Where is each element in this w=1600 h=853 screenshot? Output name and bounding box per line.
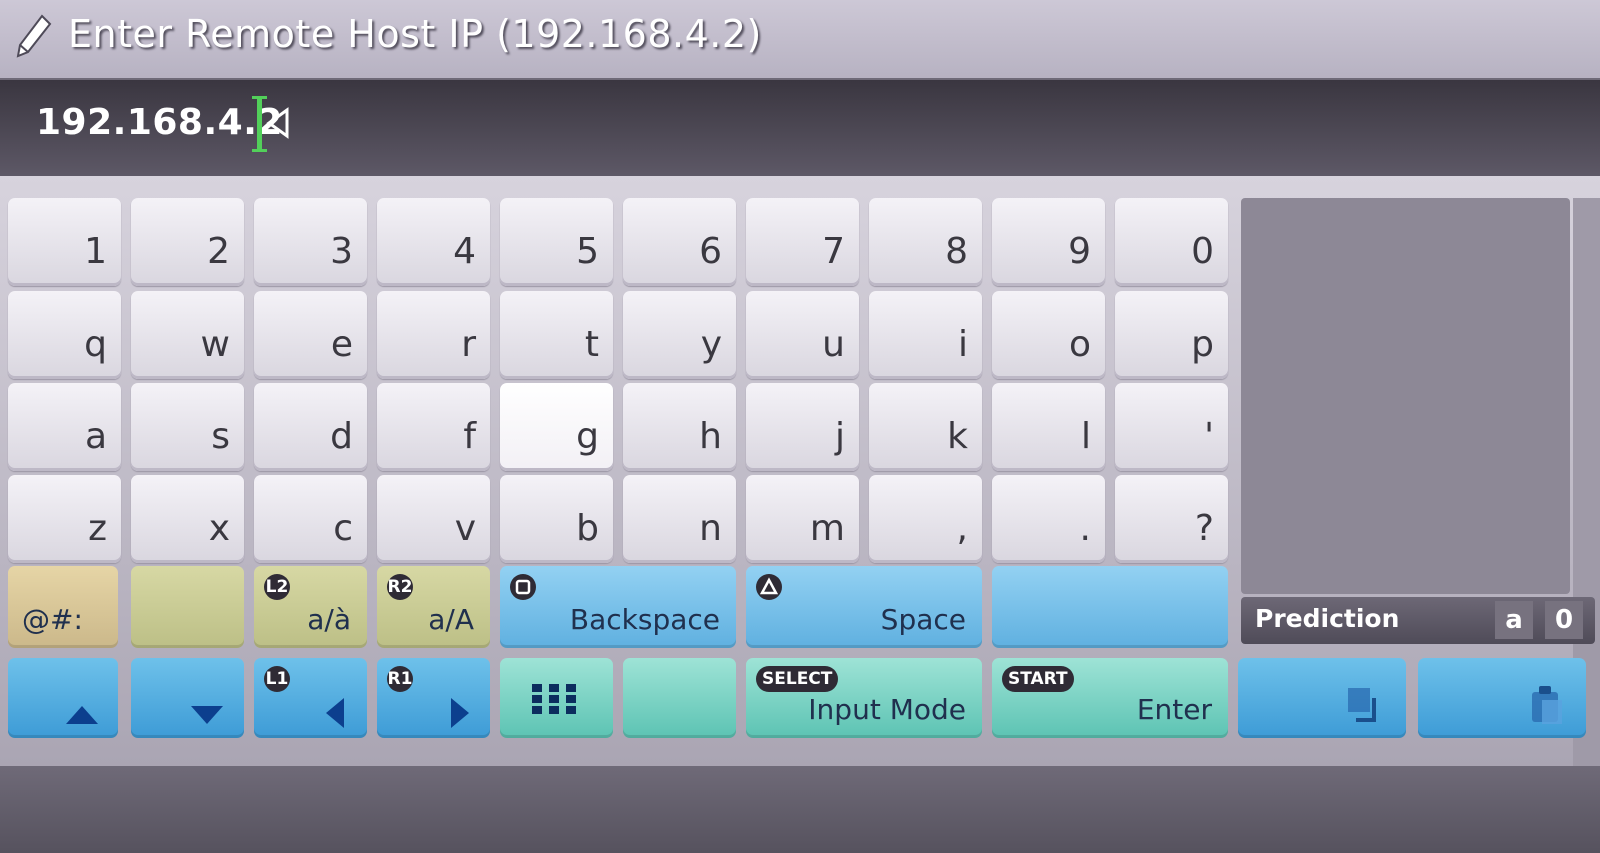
key-3-2[interactable]: s [131,383,244,471]
blank-wide-key[interactable] [992,566,1228,648]
symbols-key[interactable]: @#: [8,566,118,648]
cursor-right-button[interactable]: R1 [377,658,490,738]
key-2-10[interactable]: p [1115,291,1228,379]
caret-left-arrow-icon [266,107,289,139]
key-4-5[interactable]: b [500,475,613,563]
key-2-4[interactable]: r [377,291,490,379]
key-3-9[interactable]: l [992,383,1105,471]
copy-icon [1348,688,1376,722]
key-1-9[interactable]: 9 [992,198,1105,286]
accent-toggle-label: a/à [307,603,351,636]
key-1-6[interactable]: 6 [623,198,736,286]
key-4-2[interactable]: x [131,475,244,563]
key-2-8[interactable]: i [869,291,982,379]
key-3-10[interactable]: ' [1115,383,1228,471]
up-arrow-icon [66,706,98,724]
keypad-toggle-button[interactable] [500,658,613,738]
key-1-3[interactable]: 3 [254,198,367,286]
key-4-9[interactable]: . [992,475,1105,563]
key-1-5[interactable]: 5 [500,198,613,286]
key-2-7[interactable]: u [746,291,859,379]
prediction-label: Prediction [1255,604,1400,633]
cursor-left-button[interactable]: L1 [254,658,367,738]
text-input-field[interactable]: 192.168.4.2 [0,80,1600,176]
enter-label: Enter [1136,693,1212,726]
input-value: 192.168.4.2 [36,102,283,143]
input-mode-button[interactable]: SELECT Input Mode [746,658,982,738]
pencil-icon [16,14,52,58]
square-button-icon [510,574,536,600]
r1-badge: R1 [387,666,413,692]
copy-button[interactable] [1238,658,1406,738]
triangle-button-icon [756,574,782,600]
key-2-1[interactable]: q [8,291,121,379]
case-toggle-label: a/A [428,603,474,636]
key-1-1[interactable]: 1 [8,198,121,286]
key-2-6[interactable]: y [623,291,736,379]
key-3-6[interactable]: h [623,383,736,471]
cursor-up-button[interactable] [8,658,118,738]
key-3-1[interactable]: a [8,383,121,471]
key-3-4[interactable]: f [377,383,490,471]
key-3-5[interactable]: g [500,383,613,471]
l1-badge: L1 [264,666,290,692]
r2-badge: R2 [387,574,413,600]
dialog-title: Enter Remote Host IP (192.168.4.2) [68,12,762,56]
key-1-7[interactable]: 7 [746,198,859,286]
left-arrow-icon [326,698,344,728]
key-1-10[interactable]: 0 [1115,198,1228,286]
paste-button[interactable] [1418,658,1586,738]
key-3-8[interactable]: k [869,383,982,471]
symbols-key-label: @#: [22,603,83,636]
input-mode-label: Input Mode [808,693,966,726]
key-2-5[interactable]: t [500,291,613,379]
backspace-label: Backspace [569,603,720,636]
cursor-down-button[interactable] [131,658,244,738]
key-1-4[interactable]: 4 [377,198,490,286]
blank-key[interactable] [131,566,244,648]
enter-button[interactable]: START Enter [992,658,1228,738]
backspace-button[interactable]: Backspace [500,566,736,648]
paste-icon [1532,686,1562,724]
key-4-3[interactable]: c [254,475,367,563]
key-1-8[interactable]: 8 [869,198,982,286]
keypad-grid-icon [532,684,576,714]
blank-teal-key[interactable] [623,658,736,738]
space-button[interactable]: Space [746,566,982,648]
prediction-candidates [1241,198,1570,594]
down-arrow-icon [191,706,223,724]
start-badge: START [1002,666,1074,692]
key-4-10[interactable]: ? [1115,475,1228,563]
key-2-3[interactable]: e [254,291,367,379]
space-label: Space [880,603,966,636]
l2-badge: L2 [264,574,290,600]
bottom-band [0,766,1600,853]
prediction-mode-0[interactable]: 0 [1545,601,1583,639]
dialog-title-bar: Enter Remote Host IP (192.168.4.2) [0,0,1600,80]
key-4-4[interactable]: v [377,475,490,563]
key-3-7[interactable]: j [746,383,859,471]
prediction-mode-a[interactable]: a [1495,601,1533,639]
key-3-3[interactable]: d [254,383,367,471]
right-arrow-icon [451,698,469,728]
select-badge: SELECT [756,666,839,692]
key-4-1[interactable]: z [8,475,121,563]
key-4-7[interactable]: m [746,475,859,563]
text-cursor [252,96,267,152]
key-2-9[interactable]: o [992,291,1105,379]
accent-toggle-key[interactable]: L2 a/à [254,566,367,648]
case-toggle-key[interactable]: R2 a/A [377,566,490,648]
key-1-2[interactable]: 2 [131,198,244,286]
key-4-6[interactable]: n [623,475,736,563]
key-2-2[interactable]: w [131,291,244,379]
key-4-8[interactable]: , [869,475,982,563]
